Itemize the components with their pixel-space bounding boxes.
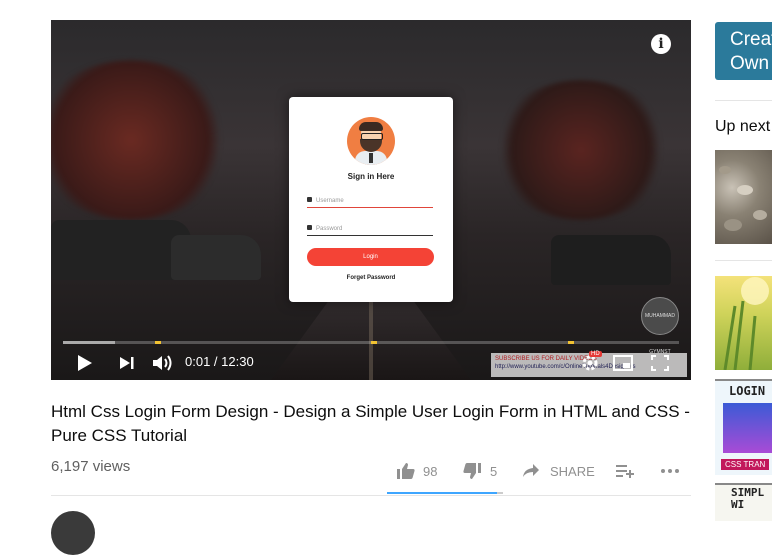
fullscreen-icon xyxy=(651,355,669,371)
view-count: 6,197 views xyxy=(51,458,131,475)
username-field: Username xyxy=(307,195,433,208)
up-next-thumbnail[interactable] xyxy=(715,150,772,244)
thumbs-up-icon xyxy=(397,463,415,479)
video-player[interactable]: i Sign in Here Username Password Login F… xyxy=(51,20,691,380)
wheat-thumbnail-image xyxy=(723,277,769,370)
username-placeholder: Username xyxy=(316,198,344,204)
next-button[interactable] xyxy=(119,352,135,374)
background-car xyxy=(51,220,191,280)
video-title: Html Css Login Form Design - Design a Si… xyxy=(51,402,690,445)
thumbnail-graphic xyxy=(723,403,772,453)
share-button[interactable]: SHARE xyxy=(522,461,595,481)
up-next-thumbnail[interactable]: LOGIN CSS TRAN xyxy=(715,379,772,475)
volume-button[interactable] xyxy=(151,352,173,374)
password-placeholder: Password xyxy=(316,226,343,232)
like-button[interactable]: 98 xyxy=(396,461,437,481)
dislike-count: 5 xyxy=(490,463,498,479)
play-button[interactable] xyxy=(77,352,93,374)
background-tree xyxy=(491,80,671,220)
dislike-button[interactable]: 5 xyxy=(462,461,497,481)
more-horizontal-icon xyxy=(661,469,679,473)
up-next-thumbnail[interactable]: SIMPL WI xyxy=(715,483,772,521)
background-car xyxy=(171,235,261,280)
playlist-add-icon xyxy=(616,465,634,478)
more-actions-button[interactable] xyxy=(660,461,680,481)
time-display: 0:01 / 12:30 xyxy=(185,354,254,369)
like-count: 98 xyxy=(423,463,438,479)
divider xyxy=(51,495,691,496)
lock-icon xyxy=(307,225,312,230)
miniplayer-button[interactable] xyxy=(613,352,633,374)
up-next-label: Up next xyxy=(715,118,771,135)
info-icon[interactable]: i xyxy=(651,34,671,54)
chapter-marker xyxy=(568,341,575,344)
miniplayer-icon xyxy=(613,355,633,371)
create-own-label: Create Own xyxy=(730,29,772,74)
user-icon xyxy=(307,197,312,202)
share-label: SHARE xyxy=(550,463,595,479)
play-icon xyxy=(78,355,92,371)
background-tree xyxy=(51,60,231,220)
channel-watermark[interactable]: MUHAMMAD GYMNST xyxy=(641,297,679,355)
background-road-line xyxy=(369,300,373,380)
progress-loaded xyxy=(63,341,116,344)
pebbles-thumbnail-image xyxy=(719,166,767,231)
password-field: Password xyxy=(307,223,433,236)
sidebar-divider xyxy=(715,100,772,101)
thumbs-down-icon xyxy=(463,463,481,479)
sentiment-bar xyxy=(387,492,503,494)
thumbnail-title: LOGIN xyxy=(729,384,766,398)
sidebar-divider xyxy=(715,260,772,261)
progress-bar[interactable] xyxy=(63,341,679,344)
volume-icon xyxy=(153,355,172,371)
sentiment-fill xyxy=(387,492,498,494)
forget-password-link: Forget Password xyxy=(346,275,396,281)
save-to-playlist-button[interactable] xyxy=(616,461,634,481)
thumbnail-subtitle: CSS TRAN xyxy=(721,459,770,470)
login-card-title: Sign in Here xyxy=(347,172,395,181)
background-car xyxy=(551,235,671,285)
avatar xyxy=(347,117,395,165)
chapter-marker xyxy=(155,341,162,344)
create-own-button[interactable]: Create Own xyxy=(715,22,772,80)
share-icon xyxy=(523,464,539,477)
login-card: Sign in Here Username Password Login For… xyxy=(289,97,453,302)
skip-next-icon xyxy=(120,357,134,369)
chapter-marker xyxy=(371,341,377,344)
up-next-thumbnail[interactable] xyxy=(715,276,772,370)
fullscreen-button[interactable] xyxy=(651,352,669,374)
channel-avatar[interactable] xyxy=(51,511,95,555)
thumbnail-title: SIMPL WI xyxy=(731,486,765,511)
hd-badge: HD xyxy=(589,351,602,357)
login-button: Login xyxy=(307,248,434,266)
